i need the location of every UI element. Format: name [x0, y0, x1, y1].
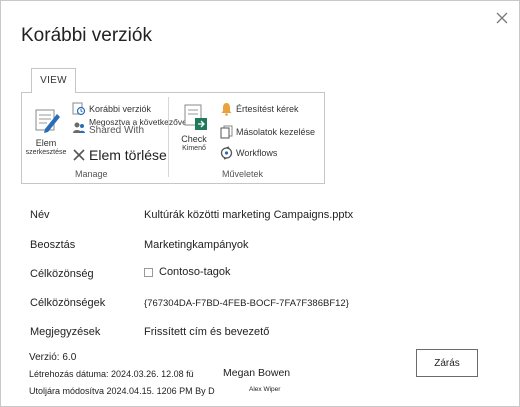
tab-view[interactable]: VIEW	[31, 68, 76, 93]
version-history-dialog: Korábbi verziók VIEW Elem szerkesztése K…	[0, 0, 520, 407]
property-key-title: Beosztás	[30, 239, 76, 251]
shared-with-icon	[73, 122, 85, 133]
alert-me-button[interactable]: Értesítést kérek	[220, 102, 299, 116]
check-out-button[interactable]: Check Kimenő	[174, 103, 214, 152]
close-icon[interactable]	[494, 10, 510, 26]
property-value-audiences: {767304DA-F7BD-4FEB-BOCF-7FA7F386BF12}	[144, 298, 349, 309]
copies-icon	[220, 125, 233, 139]
check-out-icon	[184, 104, 207, 130]
property-value-comments: Frissített cím és bevezető	[144, 326, 270, 338]
check-out-label-1: Check	[181, 134, 207, 144]
property-value-name: Kultúrák közötti marketing Campaigns.ppt…	[144, 209, 354, 221]
ribbon-group-divider	[168, 97, 169, 177]
version-history-label: Korábbi verziók	[89, 104, 152, 114]
edit-item-button[interactable]: Elem szerkesztése	[24, 105, 68, 156]
modified-date: Utoljára módosítva 2024.04.15. 1206 PM B…	[29, 386, 215, 396]
alert-me-label: Értesítést kérek	[236, 104, 299, 114]
audience-value-text: Contoso-tagok	[159, 266, 231, 278]
delete-item-button[interactable]: Elem törlése	[72, 147, 167, 163]
close-button[interactable]: Zárás	[416, 349, 478, 377]
workflows-icon	[220, 146, 233, 160]
modified-by: Alex Wiper	[249, 386, 281, 393]
manage-copies-button[interactable]: Másolatok kezelése	[220, 125, 315, 139]
bell-icon	[221, 103, 232, 116]
workflows-button[interactable]: Workflows	[220, 146, 277, 160]
delete-item-label: Elem törlése	[89, 147, 167, 163]
property-key-audience: Célközönség	[30, 268, 94, 280]
version-history-button[interactable]: Korábbi verziók	[72, 102, 151, 116]
created-by: Megan Bowen	[223, 367, 291, 379]
manage-copies-label: Másolatok kezelése	[236, 127, 316, 137]
version-number: Verzió: 6.0	[29, 352, 77, 363]
check-out-label-2: Kimenő	[182, 145, 206, 152]
property-key-comments: Megjegyzések	[30, 326, 101, 338]
edit-item-label-2: szerkesztése	[25, 149, 67, 156]
manage-group-label: Manage	[75, 169, 108, 179]
edit-item-label-1: Elem	[35, 138, 57, 148]
property-key-audiences: Célközönségek	[30, 297, 106, 309]
workflows-label: Workflows	[236, 148, 278, 158]
created-date: Létrehozás dátuma: 2024.03.26. 12.08 fü	[29, 369, 194, 379]
dialog-title: Korábbi verziók	[21, 25, 152, 46]
actions-group-label: Műveletek	[222, 169, 264, 179]
version-history-icon	[72, 102, 86, 116]
ribbon: Elem szerkesztése Korábbi verziók Megosz…	[21, 92, 325, 184]
property-value-title: Marketingkampányok	[144, 239, 249, 251]
property-value-audience: Contoso-tagok	[144, 266, 231, 278]
edit-item-icon	[35, 109, 60, 133]
delete-icon	[73, 149, 85, 161]
property-key-name: Név	[30, 209, 50, 221]
audience-checkbox[interactable]	[144, 267, 153, 277]
